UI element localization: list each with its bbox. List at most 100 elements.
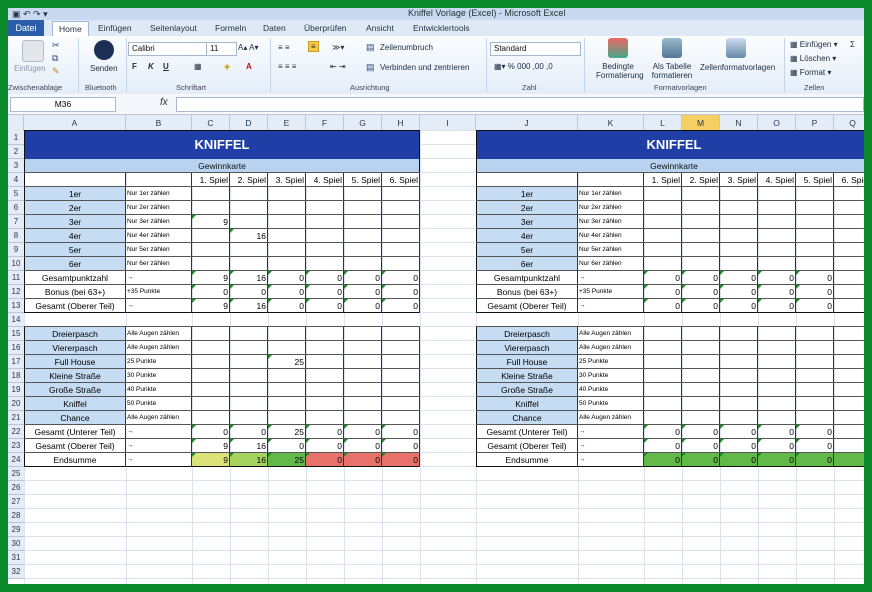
row-header-10[interactable]: 10	[8, 257, 24, 271]
select-all-corner[interactable]	[8, 115, 24, 131]
row-header-28[interactable]: 28	[8, 509, 24, 523]
row-header-1[interactable]: 1	[8, 131, 24, 145]
row-header-32[interactable]: 32	[8, 565, 24, 579]
tab-formulas[interactable]: Formeln	[215, 20, 246, 36]
column-header-d[interactable]: D	[230, 115, 268, 131]
conditional-format-button[interactable]: Bedingte Formatierung	[596, 62, 644, 80]
column-header-f[interactable]: F	[306, 115, 344, 131]
orientation-icon[interactable]: ≫▾	[332, 43, 344, 52]
tab-data[interactable]: Daten	[263, 20, 286, 36]
merge-center-button[interactable]: Verbinden und zentrieren	[380, 63, 469, 72]
tab-review[interactable]: Überprüfen	[304, 20, 347, 36]
cell-styles-button[interactable]: Zellenformatvorlagen	[700, 63, 775, 72]
column-header-o[interactable]: O	[758, 115, 796, 131]
row-header-29[interactable]: 29	[8, 523, 24, 537]
row-header-4[interactable]: 4	[8, 173, 24, 187]
score-cell-left: 0	[268, 285, 306, 299]
row-header-14[interactable]: 14	[8, 313, 24, 327]
insert-cells-button[interactable]: ▦ Einfügen ▾	[790, 40, 838, 49]
row-header-11[interactable]: 11	[8, 271, 24, 285]
row-header-17[interactable]: 17	[8, 355, 24, 369]
score-cell-left	[382, 369, 420, 383]
row-header-6[interactable]: 6	[8, 201, 24, 215]
border-icon[interactable]: ▦	[194, 62, 202, 71]
column-header-h[interactable]: H	[382, 115, 420, 131]
row-header-3[interactable]: 3	[8, 159, 24, 173]
cut-icon[interactable]: ✂	[52, 40, 60, 51]
column-header-e[interactable]: E	[268, 115, 306, 131]
align-bottom-icon[interactable]: ≡	[308, 41, 319, 52]
copy-icon[interactable]: ⧉	[52, 53, 58, 64]
row-header-18[interactable]: 18	[8, 369, 24, 383]
underline-icon[interactable]: U	[163, 62, 169, 71]
row-header-5[interactable]: 5	[8, 187, 24, 201]
autosum-icon[interactable]: Σ	[850, 40, 855, 49]
italic-icon[interactable]: K	[148, 62, 154, 71]
column-header-i[interactable]: I	[420, 115, 476, 131]
font-size-select[interactable]: 11	[206, 42, 237, 56]
column-header-k[interactable]: K	[578, 115, 644, 131]
row-header-22[interactable]: 22	[8, 425, 24, 439]
row-header-19[interactable]: 19	[8, 383, 24, 397]
score-cell-left: 0	[344, 439, 382, 453]
format-as-table-button[interactable]: Als Tabelle formatieren	[648, 62, 696, 80]
column-header-l[interactable]: L	[644, 115, 682, 131]
row-header-15[interactable]: 15	[8, 327, 24, 341]
tab-home[interactable]: Home	[52, 21, 89, 37]
paste-button[interactable]: Einfügen	[14, 64, 46, 73]
insert-function-icon[interactable]: fx	[160, 97, 168, 108]
column-header-p[interactable]: P	[796, 115, 834, 131]
number-format-select[interactable]: Standard	[490, 42, 581, 56]
gridline	[578, 131, 579, 584]
tab-page-layout[interactable]: Seitenlayout	[150, 20, 197, 36]
font-color-icon[interactable]: A	[246, 62, 252, 71]
row-header-21[interactable]: 21	[8, 411, 24, 425]
row-header-7[interactable]: 7	[8, 215, 24, 229]
row-header-26[interactable]: 26	[8, 481, 24, 495]
quick-access-toolbar[interactable]: ▣ ↶ ↷ ▾	[12, 9, 48, 20]
fill-color-icon[interactable]: ◈	[224, 62, 230, 71]
font-name-select[interactable]: Calibri	[128, 42, 207, 56]
row-label-left: Kleine Straße	[24, 369, 126, 383]
row-header-24[interactable]: 24	[8, 453, 24, 467]
tab-insert[interactable]: Einfügen	[98, 20, 132, 36]
row-header-27[interactable]: 27	[8, 495, 24, 509]
bold-icon[interactable]: F	[132, 62, 137, 71]
align-top-icon[interactable]: ≡ ≡	[278, 43, 290, 52]
column-header-q[interactable]: Q	[834, 115, 864, 131]
row-header-23[interactable]: 23	[8, 439, 24, 453]
formula-input[interactable]	[176, 97, 864, 112]
format-cells-button[interactable]: ▦ Format ▾	[790, 68, 831, 77]
indent-icon[interactable]: ⇤ ⇥	[330, 62, 346, 71]
row-header-9[interactable]: 9	[8, 243, 24, 257]
tab-view[interactable]: Ansicht	[366, 20, 394, 36]
row-header-12[interactable]: 12	[8, 285, 24, 299]
column-header-j[interactable]: J	[476, 115, 578, 131]
row-header-8[interactable]: 8	[8, 229, 24, 243]
column-header-n[interactable]: N	[720, 115, 758, 131]
delete-cells-button[interactable]: ▦ Löschen ▾	[790, 54, 836, 63]
column-header-g[interactable]: G	[344, 115, 382, 131]
row-header-16[interactable]: 16	[8, 341, 24, 355]
row-header-31[interactable]: 31	[8, 551, 24, 565]
column-header-a[interactable]: A	[24, 115, 126, 131]
column-header-c[interactable]: C	[192, 115, 230, 131]
send-button[interactable]: Senden	[90, 64, 118, 73]
row-header-25[interactable]: 25	[8, 467, 24, 481]
currency-icon[interactable]: ▦▾ % 000 ,00 ,0	[494, 62, 553, 71]
row-header-13[interactable]: 13	[8, 299, 24, 313]
row-header-20[interactable]: 20	[8, 397, 24, 411]
column-header-b[interactable]: B	[126, 115, 192, 131]
align-left-icon[interactable]: ≡ ≡ ≡	[278, 62, 296, 71]
tab-developer[interactable]: Entwicklertools	[413, 20, 470, 36]
row-header-30[interactable]: 30	[8, 537, 24, 551]
wrap-text-button[interactable]: Zeilenumbruch	[380, 43, 433, 52]
name-box[interactable]: M36	[10, 97, 116, 112]
column-header-m[interactable]: M	[682, 115, 720, 131]
score-cell-right	[644, 369, 682, 383]
row-header-2[interactable]: 2	[8, 145, 24, 159]
format-painter-icon[interactable]: ✎	[52, 66, 60, 77]
grow-font-icon[interactable]: A▴ A▾	[238, 43, 258, 52]
sheet-subtitle-left: Gewinnkarte	[24, 159, 420, 173]
tab-file[interactable]: Datei	[8, 20, 44, 36]
